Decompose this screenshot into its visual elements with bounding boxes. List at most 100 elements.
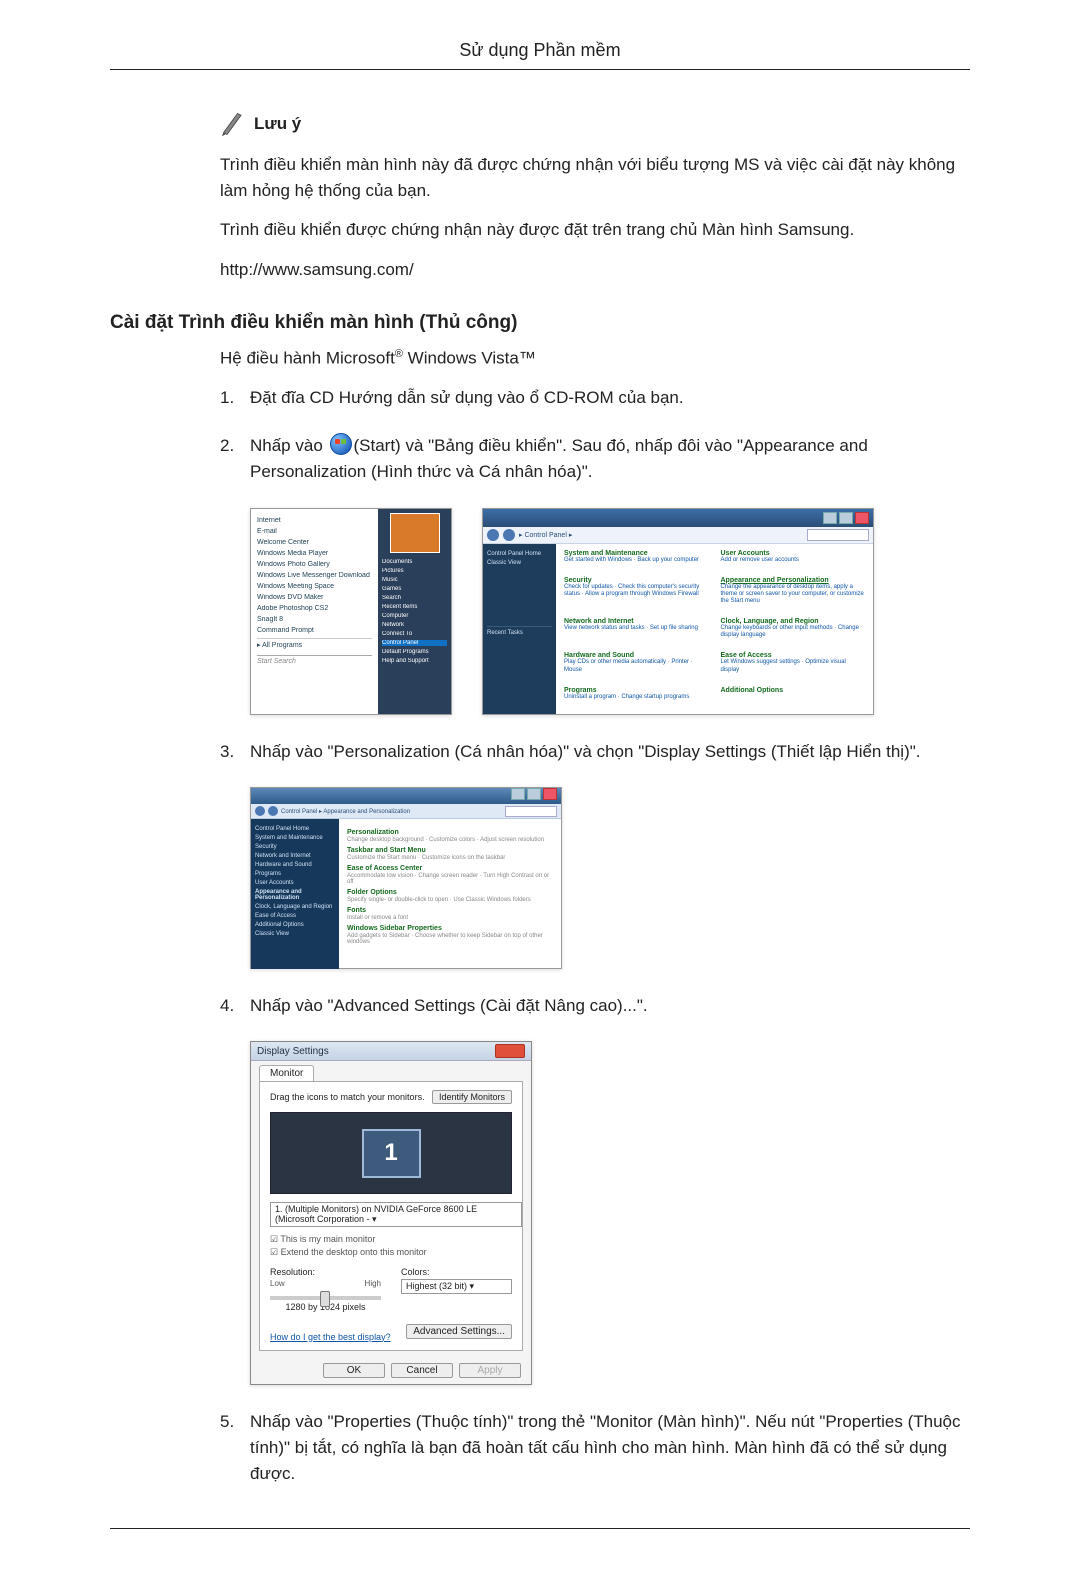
item-sub[interactable]: Customize the Start menu · Customize ico… [347,855,553,861]
start-menu-right-item[interactable]: Games [382,586,447,592]
start-menu-right-item[interactable]: Recent Items [382,604,447,610]
minimize-button[interactable] [823,512,837,524]
sidebar-item[interactable]: Control Panel Home [487,551,552,557]
step-2: 2. Nhấp vào (Start) và "Bảng điều khiển"… [220,433,970,486]
item-fonts[interactable]: Fonts [347,907,553,914]
item-ease-of-access[interactable]: Ease of Access Center [347,865,553,872]
start-menu-right-item[interactable]: Help and Support [382,658,447,664]
main-monitor-checkbox[interactable]: ☑ This is my main monitor [270,1233,512,1246]
dialog-titlebar: Display Settings [251,1042,531,1061]
start-menu-right-item[interactable]: Default Programs [382,649,447,655]
item-personalization[interactable]: Personalization [347,829,553,836]
sidebar-item[interactable]: System and Maintenance [255,835,335,841]
ok-button[interactable]: OK [323,1363,385,1378]
start-menu-right-item[interactable]: Music [382,577,447,583]
start-menu-right-item[interactable]: Documents [382,559,447,565]
start-menu-item[interactable]: E-mail [257,528,372,535]
search-input[interactable] [807,529,869,541]
sidebar-item[interactable]: Additional Options [255,922,335,928]
nav-forward-icon[interactable] [503,529,515,541]
advanced-settings-button[interactable]: Advanced Settings... [406,1324,512,1339]
breadcrumb[interactable]: Control Panel ▸ Appearance and Personali… [281,808,410,815]
item-sub[interactable]: Change desktop background · Customize co… [347,837,553,843]
item-sub[interactable]: Accommodate low vision · Change screen r… [347,873,553,885]
maximize-button[interactable] [839,512,853,524]
cancel-button[interactable]: Cancel [391,1363,453,1378]
item-taskbar[interactable]: Taskbar and Start Menu [347,847,553,854]
start-menu-item[interactable]: Windows Photo Gallery [257,561,372,568]
category-hardware-sound[interactable]: Hardware and SoundPlay CDs or other medi… [564,652,709,680]
extend-desktop-checkbox[interactable]: ☑ Extend the desktop onto this monitor [270,1246,512,1259]
search-input[interactable] [505,806,557,817]
close-button[interactable] [543,788,557,800]
start-menu-item[interactable]: SnagIt 8 [257,616,372,623]
category-programs[interactable]: ProgramsUninstall a program · Change sta… [564,687,709,708]
item-folder-options[interactable]: Folder Options [347,889,553,896]
sidebar-item[interactable]: Security [255,844,335,850]
category-appearance-personalization[interactable]: Appearance and PersonalizationChange the… [721,577,866,612]
start-menu-item[interactable]: Adobe Photoshop CS2 [257,605,372,612]
start-menu-right-item[interactable]: Search [382,595,447,601]
nav-forward-icon[interactable] [268,806,278,816]
help-link[interactable]: How do I get the best display? [270,1332,391,1342]
sidebar-item[interactable]: Classic View [487,560,552,566]
note-paragraph-1: Trình điều khiển màn hình này đã được ch… [220,152,970,203]
sidebar-item[interactable]: Classic View [255,931,335,937]
start-menu-right-item[interactable]: Pictures [382,568,447,574]
start-menu-control-panel[interactable]: Control Panel [382,640,447,646]
category-user-accounts[interactable]: User AccountsAdd or remove user accounts [721,550,866,571]
apply-button[interactable]: Apply [459,1363,521,1378]
start-search-input[interactable]: Start Search [257,655,372,665]
screenshot-display-settings: Display Settings Monitor Drag the icons … [250,1041,532,1384]
nav-back-icon[interactable] [487,529,499,541]
sidebar-item[interactable]: Ease of Access [255,913,335,919]
maximize-button[interactable] [527,788,541,800]
close-button[interactable] [495,1044,525,1058]
nav-back-icon[interactable] [255,806,265,816]
category-security[interactable]: SecurityCheck for updates · Check this c… [564,577,709,612]
item-sidebar-properties[interactable]: Windows Sidebar Properties [347,925,553,932]
start-menu-item[interactable]: Windows Meeting Space [257,583,372,590]
start-menu-item[interactable]: Windows Live Messenger Download [257,572,372,579]
slider-thumb[interactable] [320,1291,330,1307]
colors-select[interactable]: Highest (32 bit) ▾ [401,1279,512,1294]
step-1: 1. Đặt đĩa CD Hướng dẫn sử dụng vào ổ CD… [220,385,970,411]
item-sub[interactable]: Install or remove a font [347,915,553,921]
close-button[interactable] [855,512,869,524]
start-menu-item[interactable]: Welcome Center [257,539,372,546]
sidebar-item[interactable]: Network and Internet [255,853,335,859]
category-clock-language[interactable]: Clock, Language, and RegionChange keyboa… [721,618,866,646]
item-sub[interactable]: Specify single- or double-click to open … [347,897,553,903]
monitor-preview-icon[interactable]: 1 [362,1129,421,1178]
sidebar-item[interactable]: User Accounts [255,880,335,886]
monitor-preview-area[interactable]: 1 [270,1112,512,1194]
start-menu-item[interactable]: Windows Media Player [257,550,372,557]
resolution-slider[interactable] [270,1296,381,1300]
all-programs[interactable]: ▸ All Programs [257,638,372,649]
tab-monitor[interactable]: Monitor [259,1065,314,1081]
sidebar-item-appearance[interactable]: Appearance and Personalization [255,889,335,901]
sidebar-item[interactable]: Programs [255,871,335,877]
display-device-select[interactable]: 1. (Multiple Monitors) on NVIDIA GeForce… [270,1202,522,1227]
start-menu-right-item[interactable]: Network [382,622,447,628]
step-2-screenshots: Internet E-mail Welcome Center Windows M… [250,508,970,715]
start-orb-icon [330,433,352,455]
breadcrumb[interactable]: ▸ Control Panel ▸ [519,531,572,539]
category-ease-of-access[interactable]: Ease of AccessLet Windows suggest settin… [721,652,866,680]
category-network[interactable]: Network and InternetView network status … [564,618,709,646]
personalization-main: Personalization Change desktop backgroun… [339,819,561,969]
start-menu-item[interactable]: Internet [257,517,372,524]
sidebar-item[interactable]: Control Panel Home [255,826,335,832]
sidebar-item[interactable]: Clock, Language and Region [255,904,335,910]
item-sub[interactable]: Add gadgets to Sidebar · Choose whether … [347,933,553,945]
start-menu-right-item[interactable]: Computer [382,613,447,619]
start-menu-right-item[interactable]: Connect To [382,631,447,637]
sidebar-item[interactable]: Hardware and Sound [255,862,335,868]
minimize-button[interactable] [511,788,525,800]
category-system[interactable]: System and MaintenanceGet started with W… [564,550,709,571]
drag-icons-label: Drag the icons to match your monitors. [270,1092,425,1102]
category-additional-options[interactable]: Additional Options [721,687,866,708]
start-menu-item[interactable]: Windows DVD Maker [257,594,372,601]
identify-monitors-button[interactable]: Identify Monitors [432,1090,512,1104]
start-menu-item[interactable]: Command Prompt [257,627,372,634]
